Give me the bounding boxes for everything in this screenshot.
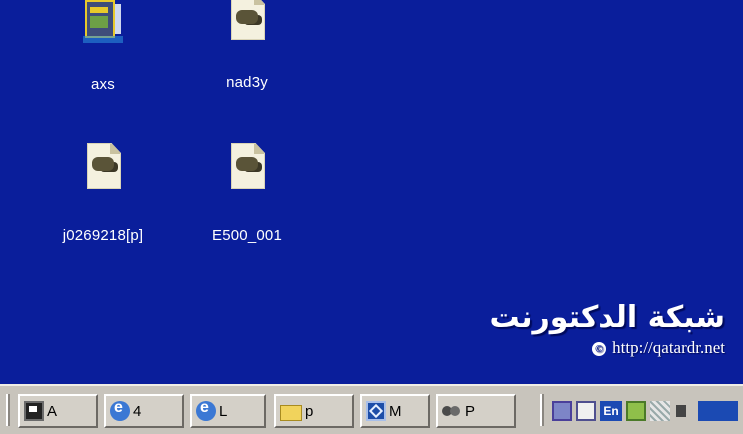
taskbar-button-label: p — [305, 402, 314, 420]
help-icon[interactable] — [626, 401, 646, 421]
taskbar-button-display[interactable]: A — [18, 394, 98, 428]
internet-explorer-icon — [196, 399, 216, 421]
desktop-icon-label: nad3y — [226, 74, 268, 91]
taskbar-button-label: 4 — [133, 402, 142, 420]
desktop-icon-label: j0269218[p] — [62, 227, 144, 244]
language-icon[interactable]: En — [600, 401, 622, 421]
desktop-icon-axs[interactable]: axs — [38, 0, 168, 93]
desktop-icon-nad3y[interactable]: nad3y — [182, 0, 312, 91]
mail-icon — [366, 401, 386, 421]
overflow-icon[interactable] — [698, 401, 738, 421]
taskbar-button-browser-2[interactable]: L — [190, 394, 266, 428]
taskbar-grip[interactable] — [6, 394, 10, 426]
scheduler-icon[interactable] — [650, 401, 670, 421]
taskbar-button-label: M — [389, 402, 402, 420]
application-icon — [83, 0, 123, 46]
paint-document-icon — [227, 143, 267, 189]
folder-icon — [280, 405, 302, 421]
taskbar-button-label: L — [219, 402, 228, 420]
taskbar-button-label: P — [465, 402, 476, 420]
watermark: شبكة الدكتورنت © http://qatardr.net — [489, 300, 725, 358]
desktop: axs nad3y j0269218[p] E500_001 شبكة الدك… — [0, 0, 743, 384]
internet-explorer-icon — [110, 399, 130, 421]
tray-grip[interactable] — [540, 394, 544, 426]
speaker-icon[interactable] — [674, 401, 694, 421]
paint-icon — [442, 401, 462, 421]
taskbar-button-browser-1[interactable]: 4 — [104, 394, 184, 428]
network-icon[interactable] — [552, 401, 572, 421]
taskbar-button-folder[interactable]: p — [274, 394, 354, 428]
desktop-icon[interactable] — [576, 401, 596, 421]
desktop-icon-j0269218[interactable]: j0269218[p] — [38, 143, 168, 244]
watermark-url-text: http://qatardr.net — [612, 338, 725, 357]
taskbar-button-paint[interactable]: P — [436, 394, 516, 428]
desktop-icon-label: E500_001 — [211, 227, 282, 244]
display-icon — [24, 401, 44, 421]
image-document-icon — [83, 143, 123, 189]
taskbar: A 4 L p M P En — [0, 384, 743, 434]
taskbar-button-mail[interactable]: M — [360, 394, 430, 428]
taskbar-button-label: A — [47, 402, 58, 420]
copyright-icon: © — [592, 342, 607, 356]
watermark-title: شبكة الدكتورنت — [489, 300, 725, 335]
watermark-url: © http://qatardr.net — [489, 338, 725, 358]
desktop-icon-label: axs — [91, 76, 115, 93]
paint-document-icon — [227, 0, 267, 46]
desktop-icon-e500-001[interactable]: E500_001 — [182, 143, 312, 244]
